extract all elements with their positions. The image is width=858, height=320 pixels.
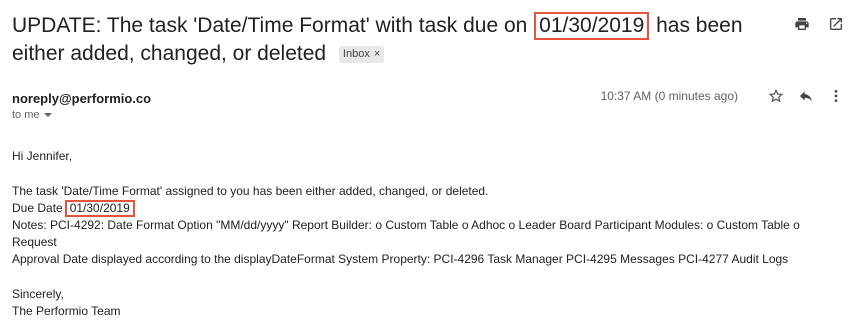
chevron-down-icon <box>43 113 52 118</box>
email-subject: UPDATE: The task 'Date/Time Format' with… <box>12 12 772 67</box>
subject-actions <box>794 16 844 32</box>
message-meta: 10:37 AM (0 minutes ago) <box>601 88 844 104</box>
closing: Sincerely, <box>12 287 64 301</box>
due-date-value: 01/30/2019 <box>64 200 135 217</box>
recipient-details-toggle[interactable]: to me <box>12 109 52 121</box>
star-icon[interactable] <box>768 88 784 104</box>
body-line-task: The task 'Date/Time Format' assigned to … <box>12 184 489 198</box>
remove-label-icon[interactable]: × <box>374 47 380 62</box>
message-timestamp: 10:37 AM (0 minutes ago) <box>600 89 738 103</box>
sender-address[interactable]: noreply@performio.co <box>12 91 151 106</box>
inbox-label-badge[interactable]: Inbox × <box>338 46 385 63</box>
more-vertical-icon[interactable] <box>828 88 844 104</box>
notes-line-2: Approval Date displayed according to the… <box>12 252 789 266</box>
due-date-line: Due Date 01/30/2019 <box>12 200 842 217</box>
subject-highlighted-date: 01/30/2019 <box>534 12 650 40</box>
notes-line-1: Notes: PCI-4292: Date Format Option "MM/… <box>12 218 800 249</box>
due-date-label: Due Date <box>12 201 63 215</box>
subject-text-before: UPDATE: The task 'Date/Time Format' with… <box>12 14 528 37</box>
greeting: Hi Jennifer, <box>12 149 73 163</box>
signature: The Performio Team <box>12 304 121 318</box>
recipient-text: to me <box>12 109 40 121</box>
reply-icon[interactable] <box>798 88 814 104</box>
open-in-new-window-icon[interactable] <box>828 16 844 32</box>
email-body: Hi Jennifer, The task 'Date/Time Format'… <box>12 148 842 320</box>
print-icon[interactable] <box>794 16 810 32</box>
inbox-label-text: Inbox <box>342 48 370 60</box>
